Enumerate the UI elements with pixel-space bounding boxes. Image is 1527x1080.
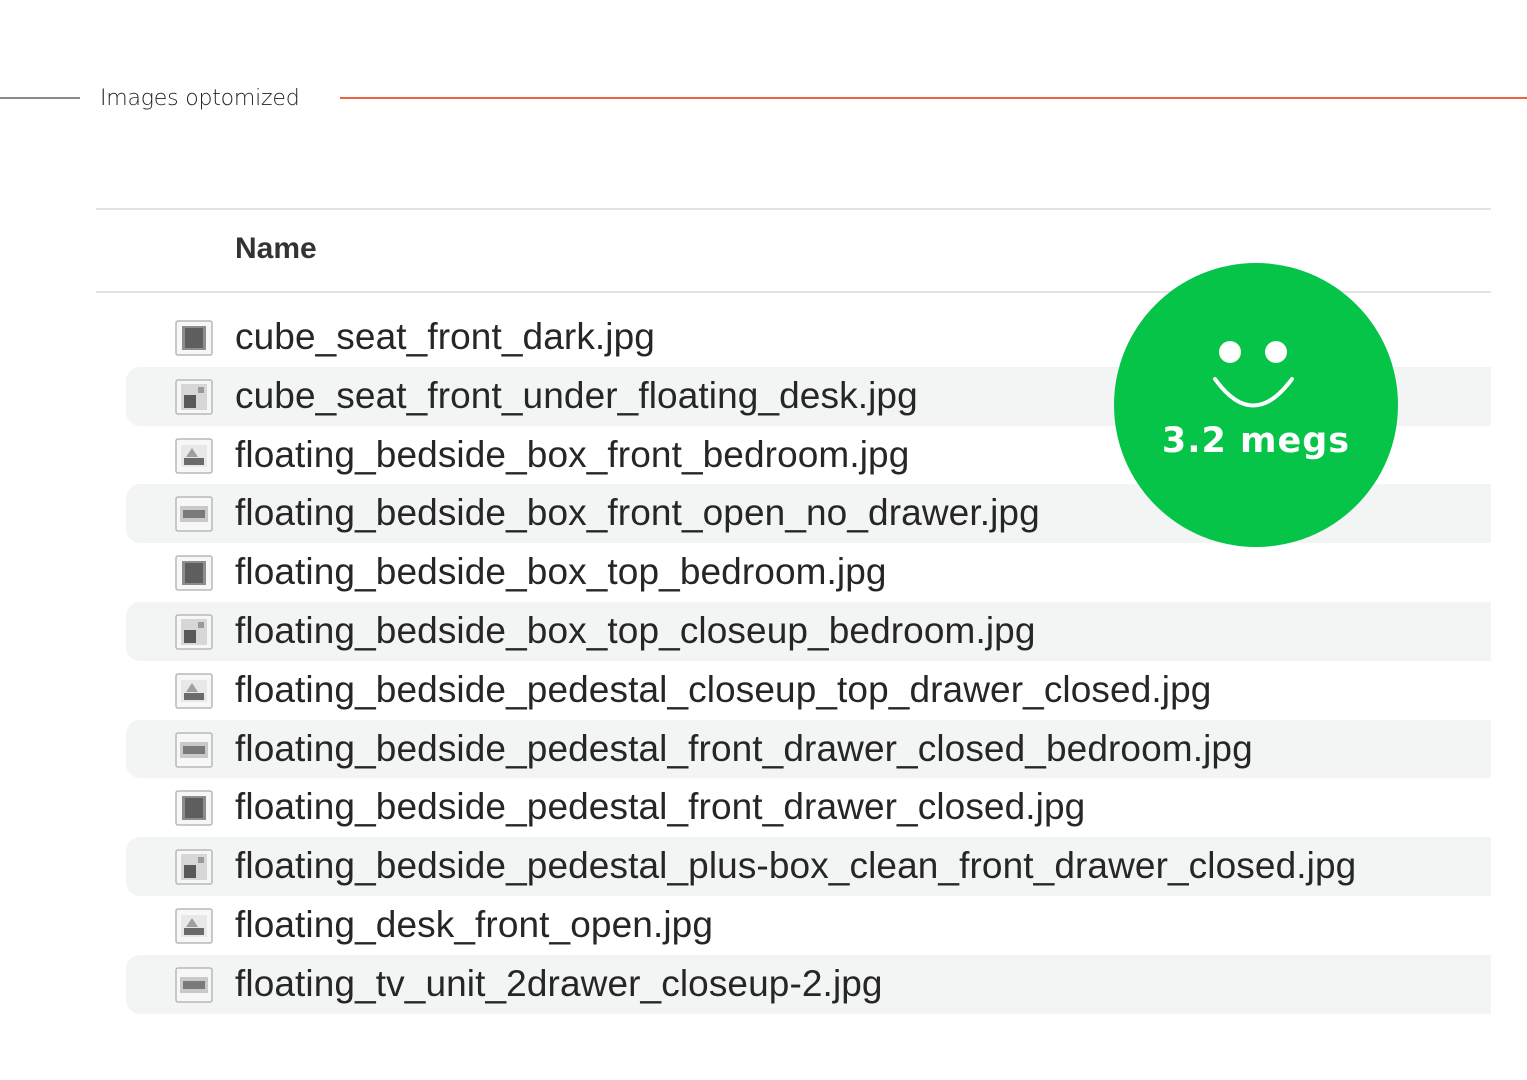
image-file-icon xyxy=(175,555,213,591)
smiley-face-icon xyxy=(1213,341,1294,408)
file-row[interactable]: floating_bedside_box_top_closeup_bedroom… xyxy=(126,601,1491,661)
image-file-icon xyxy=(175,320,213,356)
file-name: floating_bedside_box_front_open_no_drawe… xyxy=(235,492,1040,534)
file-name: floating_bedside_pedestal_front_drawer_c… xyxy=(235,786,1086,828)
file-row[interactable]: floating_bedside_box_top_bedroom.jpg xyxy=(126,543,1491,602)
file-row[interactable]: floating_desk_front_open.jpg xyxy=(126,896,1491,955)
file-name: floating_bedside_pedestal_front_drawer_c… xyxy=(235,727,1253,769)
image-file-icon xyxy=(175,790,213,827)
header-rule-left xyxy=(0,97,80,99)
file-name: floating_bedside_box_front_bedroom.jpg xyxy=(235,433,910,475)
image-file-icon xyxy=(175,967,213,1003)
file-name: floating_bedside_box_top_bedroom.jpg xyxy=(235,551,887,593)
savings-badge: 3.2 megs xyxy=(1114,263,1398,547)
section-label: Images optomized xyxy=(100,86,300,111)
file-name: floating_desk_front_open.jpg xyxy=(235,903,714,945)
image-file-icon xyxy=(175,849,213,885)
image-file-icon xyxy=(175,614,213,650)
file-row[interactable]: floating_bedside_pedestal_front_drawer_c… xyxy=(126,778,1491,837)
file-name: floating_bedside_box_top_closeup_bedroom… xyxy=(235,609,1036,651)
file-name: floating_bedside_pedestal_closeup_top_dr… xyxy=(235,668,1212,710)
file-row[interactable]: floating_bedside_pedestal_closeup_top_dr… xyxy=(126,661,1491,720)
file-row[interactable]: floating_bedside_pedestal_plus-box_clean… xyxy=(126,837,1491,896)
header-rule-accent xyxy=(340,97,1527,99)
file-row[interactable]: floating_tv_unit_2drawer_closeup-2.jpg xyxy=(126,954,1491,1014)
image-file-icon xyxy=(175,908,213,944)
badge-size-text: 3.2 megs xyxy=(1161,421,1351,461)
file-row[interactable]: floating_bedside_pedestal_front_drawer_c… xyxy=(126,719,1491,779)
image-file-icon xyxy=(175,379,213,415)
column-header-name: Name xyxy=(235,232,317,265)
image-file-icon xyxy=(175,496,213,533)
image-file-icon xyxy=(175,731,213,768)
file-name: cube_seat_front_under_floating_desk.jpg xyxy=(235,374,918,416)
file-name: cube_seat_front_dark.jpg xyxy=(235,316,655,357)
image-file-icon xyxy=(175,673,213,709)
file-name: floating_bedside_pedestal_plus-box_clean… xyxy=(235,845,1357,887)
file-name: floating_tv_unit_2drawer_closeup-2.jpg xyxy=(235,962,883,1004)
image-file-icon xyxy=(175,437,213,474)
